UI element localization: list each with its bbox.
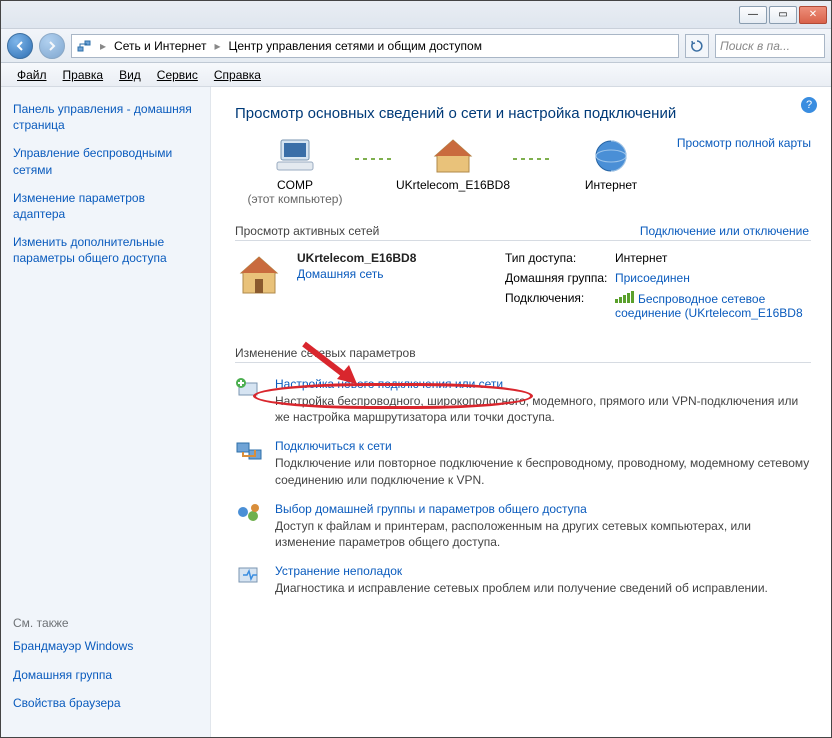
sidebar: Панель управления - домашняя страница Уп… bbox=[1, 87, 211, 737]
house-icon bbox=[235, 251, 283, 299]
sidebar-homegroup-link[interactable]: Домашняя группа bbox=[13, 667, 198, 683]
menu-file[interactable]: Файл bbox=[9, 66, 55, 84]
task-connect-network-link[interactable]: Подключиться к сети bbox=[275, 439, 392, 453]
address-bar[interactable]: ▸ Сеть и Интернет ▸ Центр управления сет… bbox=[71, 34, 679, 58]
minimize-button[interactable]: — bbox=[739, 6, 767, 24]
content-area: ? Просмотр основных сведений о сети и на… bbox=[211, 87, 831, 737]
troubleshoot-icon bbox=[235, 564, 263, 588]
active-network-panel: UKrtelecom_E16BD8 Домашняя сеть Тип дост… bbox=[235, 251, 811, 320]
task-troubleshoot: Устранение неполадок Диагностика и испра… bbox=[235, 564, 811, 596]
arrow-right-icon bbox=[47, 41, 57, 51]
task-troubleshoot-link[interactable]: Устранение неполадок bbox=[275, 564, 402, 578]
netmap-node-computer: COMP (этот компьютер) bbox=[235, 136, 355, 206]
netmap-connector bbox=[513, 158, 551, 160]
breadcrumb-item[interactable]: Центр управления сетями и общим доступом bbox=[228, 39, 482, 53]
maximize-button[interactable]: ▭ bbox=[769, 6, 797, 24]
netmap-sublabel: (этот компьютер) bbox=[235, 192, 355, 206]
task-connect-network: Подключиться к сети Подключение или повт… bbox=[235, 439, 811, 487]
netmap-connector bbox=[355, 158, 393, 160]
value-connection-link[interactable]: Беспроводное сетевое соединение (UKrtele… bbox=[615, 291, 811, 320]
active-networks-header: Просмотр активных сетей bbox=[235, 224, 379, 238]
refresh-button[interactable] bbox=[685, 34, 709, 58]
label-connections: Подключения: bbox=[505, 291, 615, 320]
task-desc: Настройка беспроводного, широкополосного… bbox=[275, 393, 811, 425]
search-placeholder: Поиск в па... bbox=[720, 39, 790, 53]
house-icon bbox=[429, 136, 477, 176]
task-desc: Подключение или повторное подключение к … bbox=[275, 455, 811, 487]
nav-back-button[interactable] bbox=[7, 33, 33, 59]
network-name: UKrtelecom_E16BD8 bbox=[297, 251, 477, 265]
arrow-left-icon bbox=[15, 41, 25, 51]
sidebar-sharing-link[interactable]: Изменить дополнительные параметры общего… bbox=[13, 234, 198, 266]
chevron-right-icon: ▸ bbox=[98, 39, 108, 53]
connect-network-icon bbox=[235, 439, 263, 463]
menu-view[interactable]: Вид bbox=[111, 66, 149, 84]
label-homegroup: Домашняя группа: bbox=[505, 271, 615, 285]
homegroup-icon bbox=[235, 502, 263, 526]
sidebar-wireless-link[interactable]: Управление беспроводными сетями bbox=[13, 145, 198, 177]
help-icon[interactable]: ? bbox=[801, 97, 817, 113]
task-desc: Доступ к файлам и принтерам, расположенн… bbox=[275, 518, 811, 550]
task-setup-connection-link[interactable]: Настройка нового подключения или сети bbox=[275, 377, 503, 391]
view-full-map-link[interactable]: Просмотр полной карты bbox=[677, 136, 811, 150]
signal-bars-icon bbox=[615, 291, 634, 303]
network-map: Просмотр полной карты COMP (этот компьют… bbox=[235, 136, 811, 206]
navbar: ▸ Сеть и Интернет ▸ Центр управления сет… bbox=[1, 29, 831, 63]
sidebar-browser-link[interactable]: Свойства браузера bbox=[13, 695, 198, 711]
netmap-label: COMP bbox=[235, 178, 355, 192]
computer-icon bbox=[271, 136, 319, 176]
menu-tools[interactable]: Сервис bbox=[149, 66, 206, 84]
refresh-icon bbox=[690, 39, 704, 53]
search-input[interactable]: Поиск в па... bbox=[715, 34, 825, 58]
chevron-right-icon: ▸ bbox=[212, 39, 222, 53]
page-title: Просмотр основных сведений о сети и наст… bbox=[235, 105, 811, 122]
nav-forward-button[interactable] bbox=[39, 33, 65, 59]
menu-help[interactable]: Справка bbox=[206, 66, 269, 84]
sidebar-seealso-header: См. также bbox=[13, 616, 198, 630]
sidebar-home-link[interactable]: Панель управления - домашняя страница bbox=[13, 101, 198, 133]
task-desc: Диагностика и исправление сетевых пробле… bbox=[275, 580, 811, 596]
network-icon bbox=[76, 38, 92, 54]
task-setup-connection: Настройка нового подключения или сети На… bbox=[235, 377, 811, 425]
menu-edit[interactable]: Правка bbox=[55, 66, 112, 84]
globe-icon bbox=[587, 136, 635, 176]
sidebar-adapter-link[interactable]: Изменение параметров адаптера bbox=[13, 190, 198, 222]
connect-disconnect-link[interactable]: Подключение или отключение bbox=[640, 224, 809, 238]
titlebar: — ▭ ✕ bbox=[1, 1, 831, 29]
change-settings-header: Изменение сетевых параметров bbox=[235, 346, 811, 363]
breadcrumb-item[interactable]: Сеть и Интернет bbox=[114, 39, 206, 53]
close-button[interactable]: ✕ bbox=[799, 6, 827, 24]
netmap-label: UKrtelecom_E16BD8 bbox=[393, 178, 513, 192]
menubar: Файл Правка Вид Сервис Справка bbox=[1, 63, 831, 87]
netmap-label: Интернет bbox=[551, 178, 671, 192]
network-type-link[interactable]: Домашняя сеть bbox=[297, 267, 477, 281]
setup-connection-icon bbox=[235, 377, 263, 401]
netmap-node-router: UKrtelecom_E16BD8 bbox=[393, 136, 513, 192]
label-access-type: Тип доступа: bbox=[505, 251, 615, 265]
value-access-type: Интернет bbox=[615, 251, 811, 265]
netmap-node-internet: Интернет bbox=[551, 136, 671, 192]
sidebar-firewall-link[interactable]: Брандмауэр Windows bbox=[13, 638, 198, 654]
value-homegroup-link[interactable]: Присоединен bbox=[615, 271, 811, 285]
task-homegroup: Выбор домашней группы и параметров общег… bbox=[235, 502, 811, 550]
task-homegroup-link[interactable]: Выбор домашней группы и параметров общег… bbox=[275, 502, 587, 516]
